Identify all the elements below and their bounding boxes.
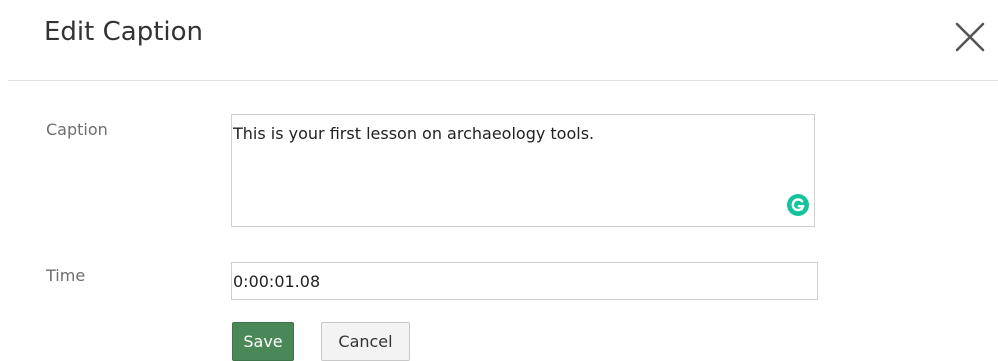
time-input[interactable] [231, 262, 818, 300]
header-divider [8, 80, 998, 81]
caption-text: This is your first lesson on archaeology… [233, 124, 595, 143]
save-button[interactable]: Save [232, 322, 294, 361]
close-icon [955, 22, 985, 52]
cancel-button[interactable]: Cancel [321, 322, 410, 361]
grammarly-button[interactable] [787, 194, 809, 216]
dialog-header: Edit Caption [0, 0, 998, 80]
dialog-title: Edit Caption [44, 17, 204, 47]
caption-textarea[interactable]: This is your first lesson on archaeology… [231, 114, 815, 227]
edit-caption-dialog: Edit Caption Caption This is your first … [0, 0, 998, 361]
grammarly-icon [787, 194, 809, 216]
close-button[interactable] [952, 18, 988, 54]
caption-label: Caption [46, 120, 108, 139]
time-label: Time [46, 266, 86, 285]
